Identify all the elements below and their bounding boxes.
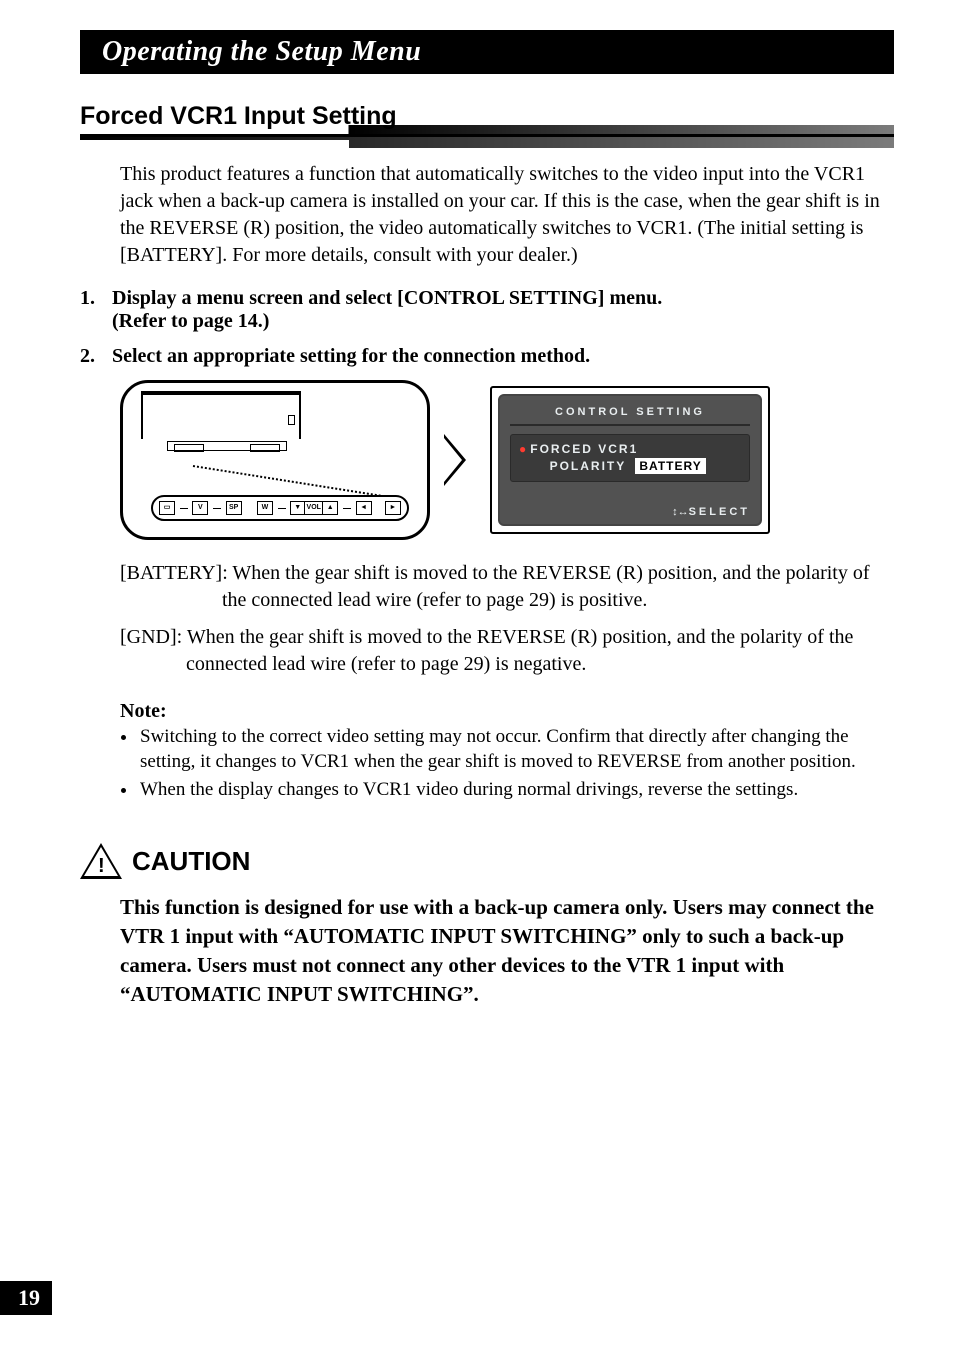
caution-label: CAUTION [132, 846, 250, 877]
v-button: V [192, 501, 208, 515]
page-number: 19 [0, 1281, 52, 1315]
section-heading: Forced VCR1 Input Setting [80, 102, 894, 137]
osd-polarity-label: POLARITY [550, 459, 626, 473]
note-item: Switching to the correct video setting m… [138, 725, 894, 774]
dashed-pointer [193, 465, 381, 497]
device-illustration: ▭ V SP W ▼ VOL ▲ ◄ ► [120, 380, 430, 540]
note-title: Note: [120, 700, 894, 723]
w-button: W [257, 501, 273, 515]
note-block: Note: Switching to the correct video set… [120, 700, 894, 803]
osd-select-hint: ↕↔SELECT [510, 506, 750, 518]
bullet-icon: ● [519, 442, 526, 456]
option-gnd: [GND]: When the gear shift is moved to t… [120, 624, 894, 678]
osd-polarity-value: BATTERY [635, 458, 705, 474]
option-battery: [BATTERY]: When the gear shift is moved … [120, 560, 894, 614]
step-2-line-1: Select an appropriate setting for the co… [112, 345, 894, 368]
caution-text: This function is designed for use with a… [120, 893, 894, 1009]
arrow-icon [444, 434, 466, 486]
osd-title: CONTROL SETTING [510, 406, 750, 426]
sp-button: SP [226, 501, 242, 515]
nav-arrows-icon: ↕↔ [672, 506, 689, 518]
left-button: ◄ [356, 501, 372, 515]
step-1-number: 1. [80, 287, 112, 333]
warning-icon: ! [80, 843, 122, 879]
section-heading-wrap: Forced VCR1 Input Setting [80, 102, 894, 137]
page: Operating the Setup Menu Forced VCR1 Inp… [0, 0, 954, 1355]
vol-buttons: ▼ VOL ▲ [290, 501, 338, 515]
right-button: ► [385, 501, 401, 515]
step-2-number: 2. [80, 345, 112, 368]
disp-button: ▭ [159, 501, 175, 515]
chapter-banner: Operating the Setup Menu [80, 30, 894, 74]
caution-header: ! CAUTION [80, 843, 894, 879]
step-1-line-1: Display a menu screen and select [CONTRO… [112, 287, 894, 310]
monitor-outline [141, 391, 301, 439]
remote-control-row: ▭ V SP W ▼ VOL ▲ ◄ ► [151, 495, 409, 521]
step-1-line-2: (Refer to page 14.) [112, 310, 894, 333]
display-icons-bar [167, 441, 287, 451]
step-2: 2. Select an appropriate setting for the… [80, 345, 894, 368]
note-list: Switching to the correct video setting m… [120, 725, 894, 803]
osd-option-row: ●FORCED VCR1 ● POLARITY BATTERY [510, 434, 750, 482]
note-item: When the display changes to VCR1 video d… [138, 778, 894, 803]
osd-line1: FORCED VCR1 [530, 442, 638, 456]
intro-paragraph: This product features a function that au… [120, 161, 894, 269]
step-1: 1. Display a menu screen and select [CON… [80, 287, 894, 333]
figure-row: ▭ V SP W ▼ VOL ▲ ◄ ► [120, 380, 894, 540]
osd-screenshot: CONTROL SETTING ●FORCED VCR1 ● POLARITY … [490, 386, 770, 534]
